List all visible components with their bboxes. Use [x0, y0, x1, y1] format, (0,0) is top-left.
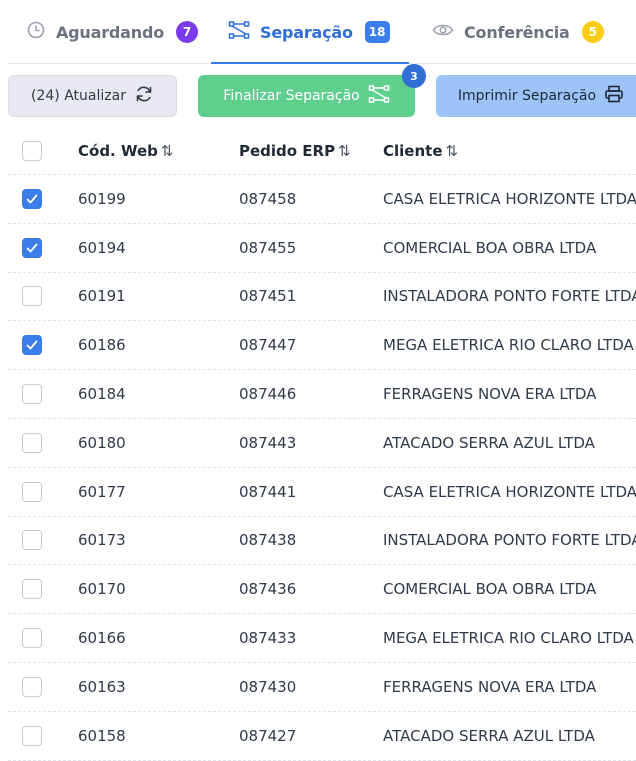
tab-bar: Aguardando 7 Separação 18 Conferência 5: [0, 0, 636, 64]
cell-cod-web: 60170: [78, 580, 126, 599]
cell-cliente: ATACADO SERRA AZUL LTDA: [383, 433, 595, 452]
eye-icon: [432, 20, 454, 44]
tab-conferencia-label: Conferência: [464, 22, 570, 42]
column-header-cod-web[interactable]: Cód. Web ⇅: [78, 142, 173, 160]
cell-pedido-erp: 087446: [239, 385, 297, 404]
tab-aguardando[interactable]: Aguardando 7: [26, 0, 199, 64]
row-checkbox[interactable]: [22, 725, 42, 746]
cell-cod-web: 60184: [78, 385, 126, 404]
cell-cliente: COMERCIAL BOA OBRA LTDA: [383, 580, 597, 599]
cell-cliente: MEGA ELETRICA RIO CLARO LTDA: [383, 629, 634, 648]
printer-icon: [596, 84, 624, 108]
cell-cliente: CASA ELETRICA HORIZONTE LTDA: [383, 482, 636, 501]
row-checkbox[interactable]: [22, 432, 42, 453]
cell-cliente: FERRAGENS NOVA ERA LTDA: [383, 385, 597, 404]
tab-aguardando-label: Aguardando: [56, 22, 165, 42]
cell-pedido-erp: 087451: [239, 287, 297, 306]
row-checkbox[interactable]: [22, 628, 42, 649]
row-checkbox[interactable]: [22, 286, 42, 307]
table-row[interactable]: 60194 087455 COMERCIAL BOA OBRA LTDA: [8, 224, 636, 273]
table-row[interactable]: 60170 087436 COMERCIAL BOA OBRA LTDA: [8, 565, 636, 615]
table-row[interactable]: 60163 087430 FERRAGENS NOVA ERA LTDA: [8, 663, 636, 712]
row-checkbox[interactable]: [22, 335, 42, 356]
cell-cliente: INSTALADORA PONTO FORTE LTDA: [383, 287, 636, 306]
cell-pedido-erp: 087436: [239, 580, 297, 599]
tab-conferencia-badge: 5: [581, 21, 604, 43]
column-header-pedido-erp[interactable]: Pedido ERP ⇅: [239, 142, 351, 160]
print-button-label: Imprimir Separação: [457, 88, 597, 104]
table-body: 60199 087458 CASA ELETRICA HORIZONTE LTDA 6…: [8, 175, 636, 761]
table-row[interactable]: 60177 087441 CASA ELETRICA HORIZONTE LTDA: [8, 468, 636, 517]
tab-separacao[interactable]: Separação 18: [228, 0, 390, 64]
row-checkbox[interactable]: [22, 579, 42, 600]
cell-pedido-erp: 087443: [239, 433, 297, 452]
clock-icon: [26, 20, 46, 44]
select-all-checkbox[interactable]: [22, 141, 42, 161]
row-checkbox[interactable]: [22, 384, 42, 405]
table-row[interactable]: 60186 087447 MEGA ELETRICA RIO CLARO LTDA: [8, 321, 636, 371]
tab-separacao-label: Separação: [260, 22, 353, 42]
route-icon: [228, 20, 250, 44]
selected-count-badge: 3: [402, 64, 426, 88]
route-icon: [360, 84, 390, 108]
finalize-button-label: Finalizar Separação: [223, 88, 360, 104]
cell-cod-web: 60163: [78, 677, 126, 696]
cell-cliente: CASA ELETRICA HORIZONTE LTDA: [383, 189, 636, 208]
tab-aguardando-badge: 7: [176, 21, 199, 43]
refresh-icon: [126, 84, 154, 108]
table-row[interactable]: 60184 087446 FERRAGENS NOVA ERA LTDA: [8, 370, 636, 419]
cell-pedido-erp: 087438: [239, 531, 297, 550]
cell-cod-web: 60191: [78, 287, 126, 306]
cell-pedido-erp: 087430: [239, 677, 297, 696]
print-separation-button[interactable]: Imprimir Separação: [436, 75, 636, 117]
cell-cod-web: 60173: [78, 531, 126, 550]
cell-cod-web: 60177: [78, 482, 126, 501]
row-checkbox[interactable]: [22, 481, 42, 502]
row-checkbox[interactable]: [22, 530, 42, 551]
cell-pedido-erp: 087433: [239, 629, 297, 648]
active-tab-indicator: [211, 62, 409, 64]
table-row[interactable]: 60166 087433 MEGA ELETRICA RIO CLARO LTDA: [8, 614, 636, 663]
tab-separacao-badge: 18: [364, 21, 390, 43]
table-row[interactable]: 60180 087443 ATACADO SERRA AZUL LTDA: [8, 419, 636, 468]
finalize-separation-button[interactable]: Finalizar Separação: [198, 75, 415, 117]
refresh-button[interactable]: (24) Atualizar: [8, 75, 177, 117]
row-checkbox[interactable]: [22, 237, 42, 258]
sort-icon[interactable]: ⇅: [338, 142, 351, 160]
cell-cod-web: 60158: [78, 726, 126, 745]
cell-pedido-erp: 087441: [239, 482, 297, 501]
cell-cliente: FERRAGENS NOVA ERA LTDA: [383, 677, 597, 696]
cell-pedido-erp: 087427: [239, 726, 297, 745]
cell-cliente: COMERCIAL BOA OBRA LTDA: [383, 238, 597, 257]
sort-icon[interactable]: ⇅: [161, 142, 174, 160]
cell-cod-web: 60199: [78, 189, 126, 208]
table-row[interactable]: 60173 087438 INSTALADORA PONTO FORTE LTDA: [8, 517, 636, 566]
cell-cod-web: 60194: [78, 238, 126, 257]
table-row[interactable]: 60191 087451 INSTALADORA PONTO FORTE LTDA: [8, 273, 636, 322]
cell-cliente: INSTALADORA PONTO FORTE LTDA: [383, 531, 636, 550]
cell-cod-web: 60186: [78, 336, 126, 355]
cell-pedido-erp: 087447: [239, 336, 297, 355]
refresh-button-label: (24) Atualizar: [31, 88, 126, 104]
orders-table: Cód. Web ⇅ Pedido ERP ⇅ Cliente ⇅ 60199 0874…: [8, 128, 636, 761]
table-header: Cód. Web ⇅ Pedido ERP ⇅ Cliente ⇅: [8, 128, 636, 175]
sort-icon[interactable]: ⇅: [446, 142, 459, 160]
row-checkbox[interactable]: [22, 676, 42, 697]
cell-cliente: ATACADO SERRA AZUL LTDA: [383, 726, 595, 745]
cell-pedido-erp: 087455: [239, 238, 297, 257]
table-row[interactable]: 60158 087427 ATACADO SERRA AZUL LTDA: [8, 712, 636, 761]
cell-cod-web: 60180: [78, 433, 126, 452]
tab-conferencia[interactable]: Conferência 5: [432, 0, 604, 64]
column-header-cliente[interactable]: Cliente ⇅: [383, 142, 458, 160]
table-row[interactable]: 60199 087458 CASA ELETRICA HORIZONTE LTDA: [8, 175, 636, 224]
cell-pedido-erp: 087458: [239, 189, 297, 208]
cell-cod-web: 60166: [78, 629, 126, 648]
cell-cliente: MEGA ELETRICA RIO CLARO LTDA: [383, 336, 634, 355]
row-checkbox[interactable]: [22, 188, 42, 209]
